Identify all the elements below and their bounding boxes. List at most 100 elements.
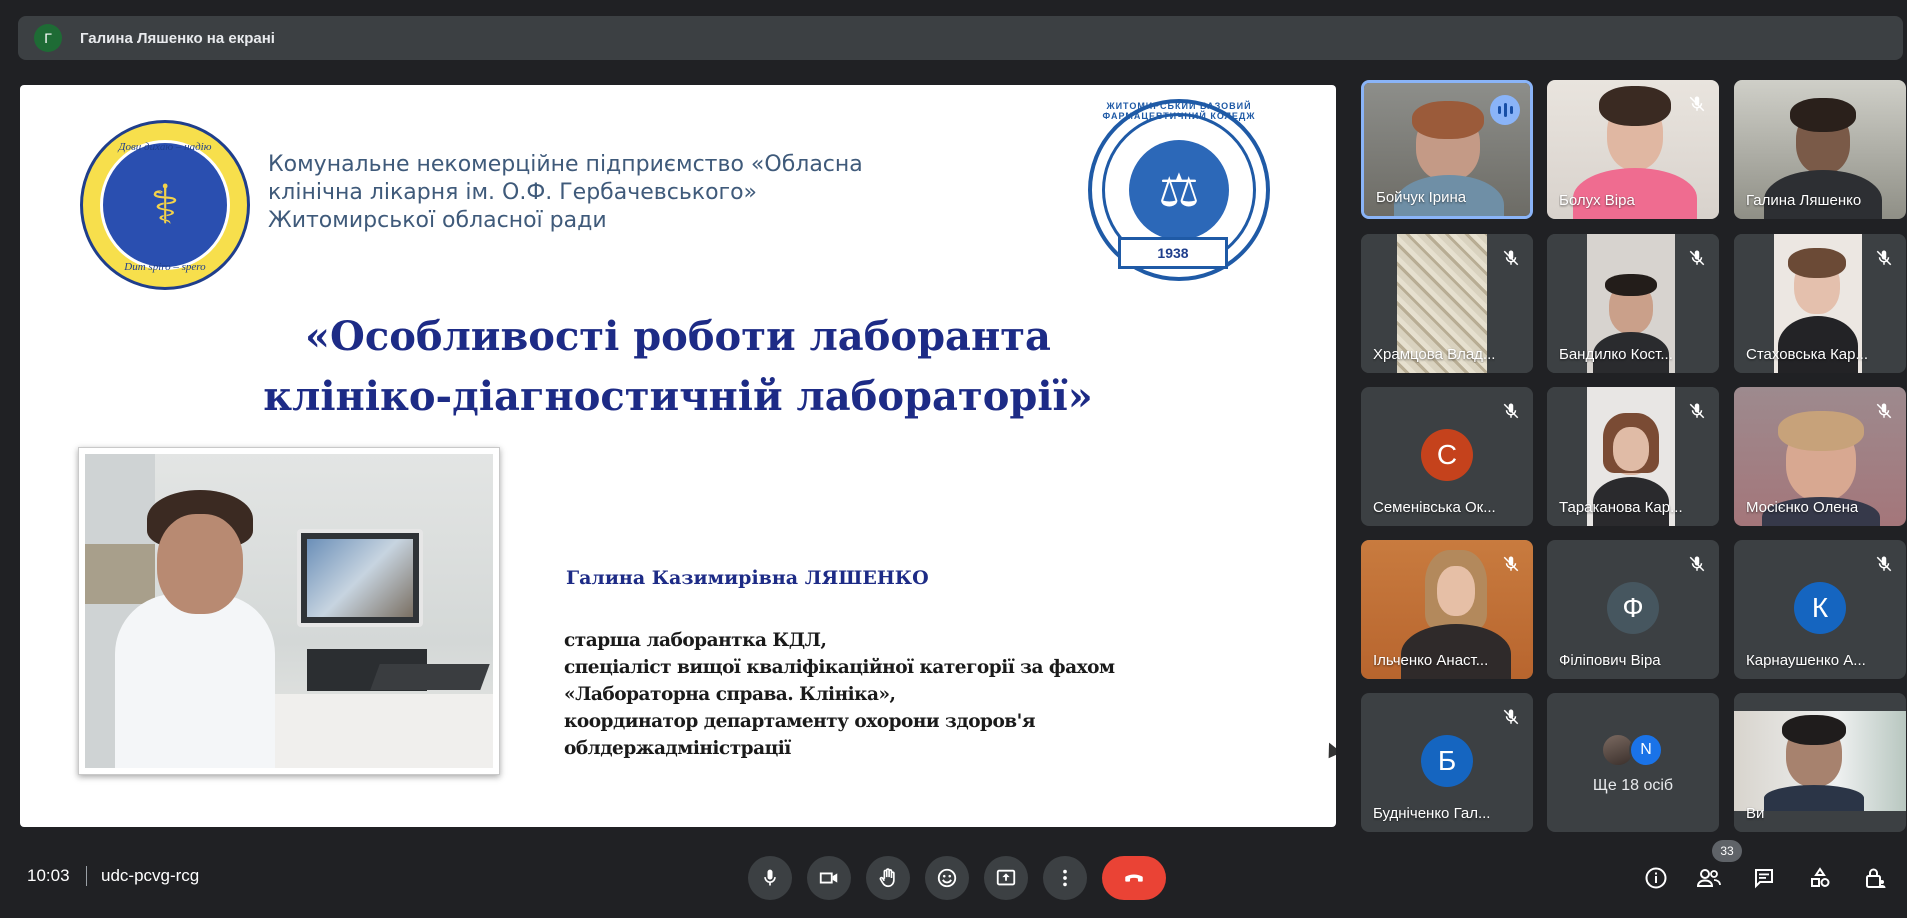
college-year: 1938 bbox=[1118, 237, 1228, 269]
activities-icon bbox=[1811, 867, 1830, 887]
participant-name: Ви bbox=[1746, 805, 1765, 822]
emoji-reactions-button[interactable] bbox=[925, 856, 969, 900]
speaking-indicator-icon bbox=[1490, 95, 1520, 125]
lab-photo bbox=[78, 447, 500, 775]
person-desc-line: координатор департаменту охорони здоров'… bbox=[564, 711, 1035, 732]
participant-name: Галина Ляшенко bbox=[1746, 192, 1862, 209]
participant-count-badge: 33 bbox=[1712, 840, 1742, 862]
mic-muted-icon bbox=[1872, 399, 1896, 423]
participant-name: Бойчук Ірина bbox=[1376, 189, 1467, 206]
person-desc-line: спеціаліст вищої кваліфікаційної категор… bbox=[564, 657, 1115, 678]
participant-tile[interactable]: Болух Віра bbox=[1547, 80, 1719, 219]
mic-muted-icon bbox=[1499, 705, 1523, 729]
person-description: старша лаборантка КДЛ, спеціаліст вищої … bbox=[564, 627, 1115, 762]
more-participants-label: Ще 18 осіб bbox=[1592, 777, 1674, 794]
leave-call-button[interactable] bbox=[1102, 856, 1166, 900]
self-tile[interactable]: Ви bbox=[1734, 693, 1906, 832]
participant-name: Ільченко Анаст... bbox=[1373, 652, 1489, 669]
seal-inner: ⚕ bbox=[100, 140, 230, 270]
presenter-avatar: Г bbox=[34, 24, 62, 52]
hospital-line: Житомирської обласної ради bbox=[268, 208, 607, 233]
meeting-clock: 10:03 bbox=[27, 866, 70, 885]
meeting-details-button[interactable] bbox=[1638, 860, 1674, 896]
person-desc-line: облдержадміністрації bbox=[564, 738, 791, 759]
info-icon bbox=[1645, 867, 1667, 889]
participant-avatar: Б bbox=[1421, 735, 1473, 787]
participant-tile[interactable]: Тараканова Кар... bbox=[1547, 387, 1719, 526]
participant-tile[interactable]: Храмцова Влад... bbox=[1361, 234, 1533, 373]
participant-tile[interactable]: Бойчук Ірина bbox=[1361, 80, 1533, 219]
participant-avatar: Ф bbox=[1607, 582, 1659, 634]
hospital-line: клінічна лікарня ім. О.Ф. Гербачевського… bbox=[268, 180, 758, 205]
slide-title-line: «Особливості роботи лаборанта bbox=[305, 313, 1051, 360]
people-button[interactable] bbox=[1691, 860, 1727, 896]
present-screen-icon bbox=[996, 869, 1016, 886]
participant-name: Тараканова Кар... bbox=[1559, 499, 1683, 516]
participant-tile[interactable]: Ільченко Анаст... bbox=[1361, 540, 1533, 679]
activities-button[interactable] bbox=[1802, 860, 1838, 896]
presenter-bar[interactable]: Г Галина Ляшенко на екрані bbox=[18, 16, 1903, 60]
participant-name: Мосієнко Олена bbox=[1746, 499, 1859, 516]
mic-muted-icon bbox=[1499, 552, 1523, 576]
presenter-label: Галина Ляшенко на екрані bbox=[80, 29, 275, 47]
shared-slide: Дови дихаю – надію ⚕ Dum spiro – spero К… bbox=[20, 85, 1336, 827]
participant-tile[interactable]: С Семенівська Ок... bbox=[1361, 387, 1533, 526]
hospital-seal-logo: Дови дихаю – надію ⚕ Dum spiro – spero bbox=[80, 120, 250, 290]
seal-bottom-text: Dum spiro – spero bbox=[124, 261, 206, 273]
more-options-button[interactable] bbox=[1043, 856, 1087, 900]
more-participants-avatars: N bbox=[1601, 733, 1663, 767]
seal-top-text: Дови дихаю – надію bbox=[118, 141, 212, 153]
mic-muted-icon bbox=[1685, 246, 1709, 270]
chat-icon bbox=[1755, 869, 1773, 889]
hospital-line: Комунальне некомерційне підприємство «Об… bbox=[268, 152, 863, 177]
participant-name: Карнаушенко А... bbox=[1746, 652, 1866, 669]
host-controls-button[interactable] bbox=[1857, 860, 1893, 896]
scales-icon: ⚖ bbox=[1129, 140, 1229, 240]
participant-mini-avatar: N bbox=[1629, 733, 1663, 767]
more-participants-tile[interactable]: N Ще 18 осіб bbox=[1547, 693, 1719, 832]
participant-name: Болух Віра bbox=[1559, 192, 1635, 209]
person-desc-line: «Лабораторна справа. Клініка», bbox=[564, 684, 896, 705]
microphone-button[interactable] bbox=[748, 856, 792, 900]
hang-up-icon bbox=[1125, 874, 1143, 882]
people-icon bbox=[1696, 869, 1721, 887]
hospital-name: Комунальне некомерційне підприємство «Об… bbox=[268, 151, 863, 235]
chat-button[interactable] bbox=[1746, 860, 1782, 896]
person-name: Галина Казимирівна ЛЯШЕНКО bbox=[566, 567, 929, 589]
emoji-icon bbox=[937, 868, 957, 888]
camera-icon bbox=[819, 872, 838, 884]
participant-tile[interactable]: Б Будніченко Гал... bbox=[1361, 693, 1533, 832]
mic-muted-icon bbox=[1685, 92, 1709, 116]
mouse-cursor-icon bbox=[1322, 739, 1336, 759]
participant-tile[interactable]: Ф Філіпович Віра bbox=[1547, 540, 1719, 679]
slide-title-line: клініко-діагностичній лабораторії» bbox=[263, 373, 1093, 420]
participant-tile[interactable]: Галина Ляшенко bbox=[1734, 80, 1906, 219]
meeting-code: udc-pcvg-rcg bbox=[101, 866, 200, 885]
participant-tile[interactable]: К Карнаушенко А... bbox=[1734, 540, 1906, 679]
lab-photo-image bbox=[85, 454, 493, 768]
mic-muted-icon bbox=[1872, 552, 1896, 576]
raise-hand-button[interactable] bbox=[866, 856, 910, 900]
mic-muted-icon bbox=[1872, 246, 1896, 270]
participant-name: Філіпович Віра bbox=[1559, 652, 1661, 669]
participant-avatar: К bbox=[1794, 582, 1846, 634]
raise-hand-icon bbox=[879, 868, 895, 888]
mic-muted-icon bbox=[1685, 399, 1709, 423]
participant-tile[interactable]: Бандилко Кост... bbox=[1547, 234, 1719, 373]
camera-button[interactable] bbox=[807, 856, 851, 900]
participant-tile[interactable]: Стаховська Кар... bbox=[1734, 234, 1906, 373]
participant-avatar: С bbox=[1421, 429, 1473, 481]
participant-name: Храмцова Влад... bbox=[1373, 346, 1496, 363]
participant-name: Будніченко Гал... bbox=[1373, 805, 1491, 822]
person-desc-line: старша лаборантка КДЛ, bbox=[564, 630, 827, 651]
divider bbox=[86, 866, 87, 886]
participant-name: Семенівська Ок... bbox=[1373, 499, 1496, 516]
present-screen-button[interactable] bbox=[984, 856, 1028, 900]
mic-muted-icon bbox=[1499, 246, 1523, 270]
mic-muted-icon bbox=[1499, 399, 1523, 423]
caduceus-icon: ⚕ bbox=[150, 175, 180, 235]
participant-name: Бандилко Кост... bbox=[1559, 346, 1673, 363]
slide-title: «Особливості роботи лаборанта клініко-ді… bbox=[20, 307, 1336, 427]
lock-person-icon bbox=[1866, 868, 1886, 888]
participant-tile[interactable]: Мосієнко Олена bbox=[1734, 387, 1906, 526]
